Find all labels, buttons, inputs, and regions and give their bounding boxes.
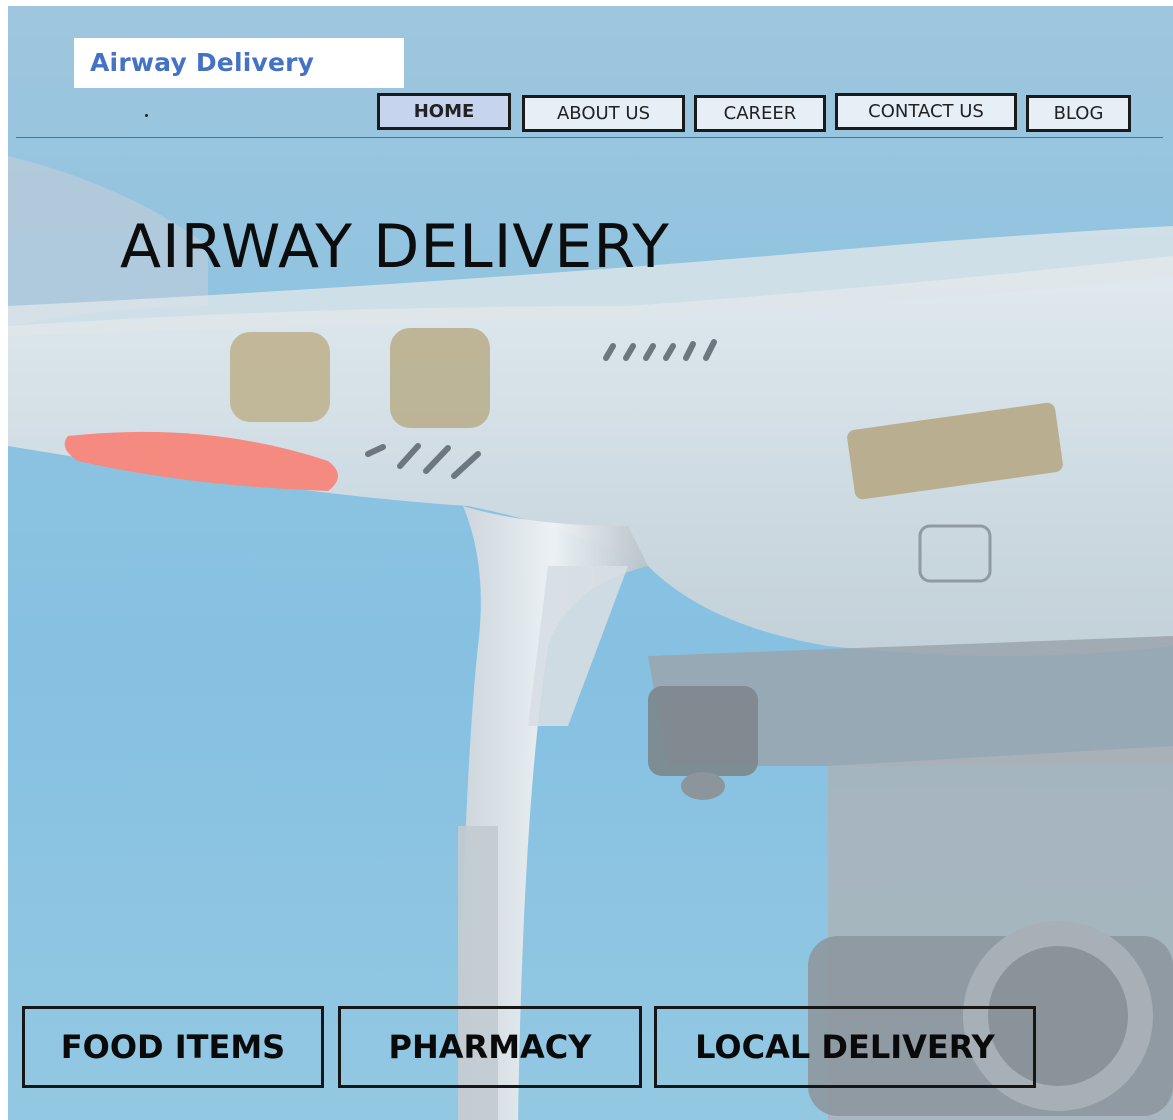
hero-title: AIRWAY DELIVERY bbox=[120, 212, 670, 282]
category-food-items-button[interactable]: FOOD ITEMS bbox=[22, 1006, 324, 1088]
nav-divider bbox=[16, 137, 1163, 138]
landing-page: Airway Delivery HOME ABOUT US CAREER CON… bbox=[8, 6, 1173, 1120]
nav-item-contact-us[interactable]: CONTACT US bbox=[835, 93, 1017, 130]
nav-item-home[interactable]: HOME bbox=[377, 93, 511, 130]
drone-background-image bbox=[8, 156, 1173, 1120]
brand-logo-text[interactable]: Airway Delivery bbox=[90, 48, 314, 77]
decorative-dot bbox=[145, 114, 148, 117]
nav-item-about-us[interactable]: ABOUT US bbox=[522, 95, 685, 132]
nav-item-blog[interactable]: BLOG bbox=[1026, 95, 1131, 132]
category-local-delivery-button[interactable]: LOCAL DELIVERY bbox=[654, 1006, 1036, 1088]
nav-item-career[interactable]: CAREER bbox=[694, 95, 826, 132]
category-pharmacy-button[interactable]: PHARMACY bbox=[338, 1006, 642, 1088]
